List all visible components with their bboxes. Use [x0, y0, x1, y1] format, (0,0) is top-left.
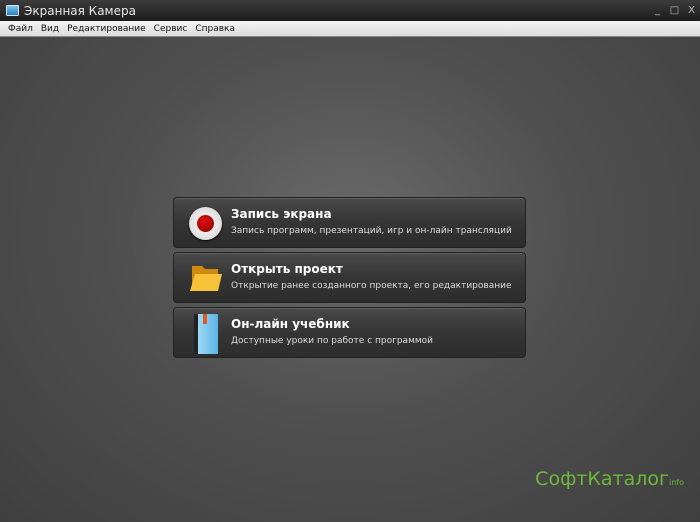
title-bar: Экранная Камера _ □ X	[0, 0, 700, 21]
card-title: Открыть проект	[231, 262, 343, 276]
maximize-button[interactable]: □	[666, 5, 683, 16]
menu-view[interactable]: Вид	[41, 24, 59, 34]
watermark-text: СофтКаталог	[535, 468, 669, 490]
start-screen: Запись экрана Запись программ, презентац…	[0, 37, 700, 522]
open-project-button[interactable]: Открыть проект Открытие ранее созданного…	[173, 252, 526, 303]
online-tutorial-button[interactable]: Он-лайн учебник Доступные уроки по работ…	[173, 307, 526, 358]
record-icon	[189, 207, 222, 240]
card-title: Он-лайн учебник	[231, 317, 350, 331]
book-icon	[194, 314, 218, 354]
menu-help[interactable]: Справка	[195, 24, 235, 34]
close-button[interactable]: X	[683, 5, 700, 16]
watermark-suffix: info	[668, 478, 684, 487]
window-title: Экранная Камера	[24, 3, 136, 18]
menu-bar: Файл Вид Редактирование Сервис Справка	[0, 21, 700, 37]
menu-edit[interactable]: Редактирование	[67, 24, 146, 34]
card-subtitle: Открытие ранее созданного проекта, его р…	[231, 281, 512, 291]
card-subtitle: Доступные уроки по работе с программой	[231, 336, 433, 346]
folder-icon	[190, 266, 222, 291]
record-screen-button[interactable]: Запись экрана Запись программ, презентац…	[173, 197, 526, 248]
minimize-button[interactable]: _	[649, 5, 666, 16]
menu-file[interactable]: Файл	[8, 24, 33, 34]
app-icon	[6, 5, 19, 16]
card-subtitle: Запись программ, презентаций, игр и он-л…	[231, 226, 512, 236]
card-title: Запись экрана	[231, 207, 332, 221]
watermark: СофтКаталогinfo	[535, 468, 684, 490]
menu-service[interactable]: Сервис	[154, 24, 188, 34]
